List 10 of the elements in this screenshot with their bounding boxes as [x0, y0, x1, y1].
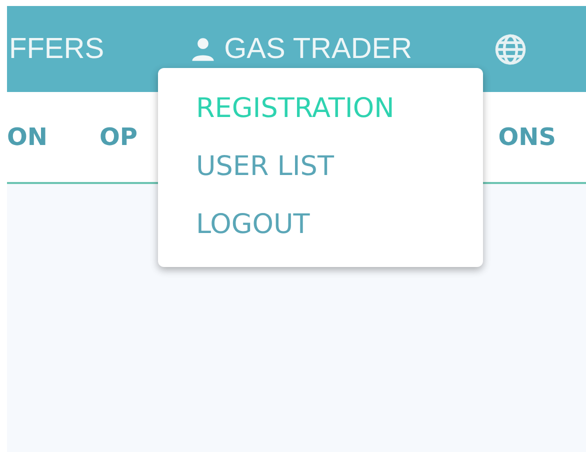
nav-tab[interactable]: ONS: [498, 123, 556, 151]
globe-icon[interactable]: [494, 32, 528, 66]
offers-link[interactable]: FFERS: [9, 32, 104, 66]
menu-item[interactable]: USER LIST: [196, 148, 483, 186]
nav-tab[interactable]: ON: [7, 123, 48, 151]
nav-tab[interactable]: OP: [100, 123, 138, 151]
user-icon: [190, 36, 216, 62]
user-menu-button[interactable]: GAS TRADER: [190, 32, 412, 66]
menu-item[interactable]: LOGOUT: [196, 206, 483, 244]
menu-item[interactable]: REGISTRATION: [196, 90, 483, 128]
